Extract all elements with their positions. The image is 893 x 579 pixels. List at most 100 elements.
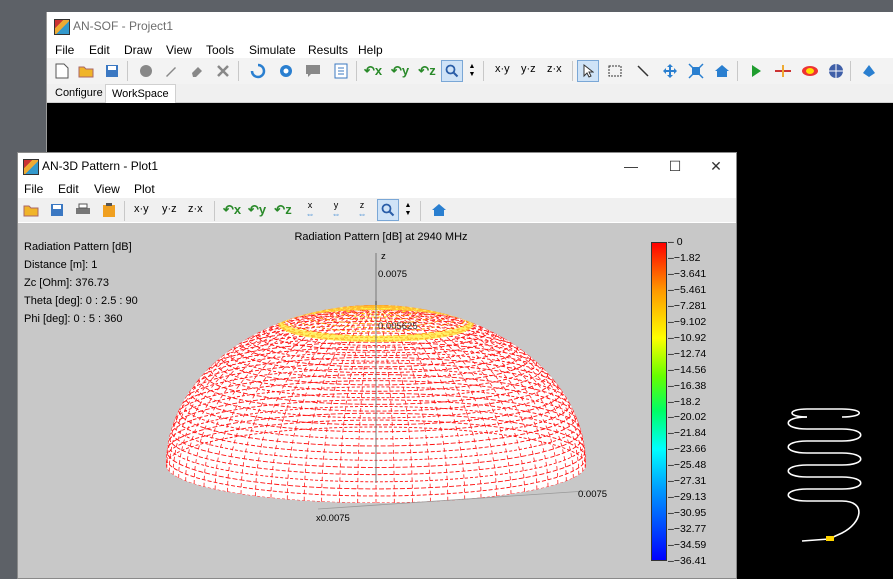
colorbar-tick-label: –−25.48 (668, 459, 707, 472)
plot-window-title: AN-3D Pattern - Plot1 (42, 159, 159, 173)
main-toolbar: ↶x ↶y ↶z ▲ ▼ x·y y·z z·x (47, 58, 893, 84)
close-button[interactable]: ✕ (699, 156, 733, 176)
export-icon[interactable] (858, 60, 880, 82)
print-icon[interactable] (72, 199, 94, 221)
radiation-pattern-3d (166, 253, 587, 510)
line-icon[interactable] (632, 60, 654, 82)
menu-view[interactable]: View (166, 43, 192, 57)
z-axis-tick: 0.0075 (378, 269, 408, 280)
pattern-3d-icon[interactable] (799, 60, 821, 82)
zoom-spinner[interactable]: ▲ ▼ (466, 60, 478, 82)
menu-edit[interactable]: Edit (89, 43, 110, 57)
rotate-x-icon[interactable]: ↶x (362, 60, 384, 82)
pan-x-icon[interactable]: x ⇔ (299, 199, 321, 221)
colorbar-tick-label: –−20.02 (668, 411, 707, 424)
zoom-spinner[interactable]: ▲ ▼ (402, 199, 414, 221)
run-icon[interactable] (745, 60, 767, 82)
colorbar-tick-label: –−1.82 (668, 251, 701, 264)
plot-toolbar: x·y y·z z·x ↶x ↶y ↶z x ⇔ y ⇔ z ⇔ ▲ ▼ (18, 198, 736, 222)
plot-menu-bar: File Edit View Plot (18, 179, 736, 197)
tab-workspace[interactable]: WorkSpace (105, 84, 176, 103)
colorbar-tick-label: –−9.102 (668, 315, 707, 328)
new-file-icon[interactable] (51, 60, 73, 82)
colorbar-tick-label: –−3.641 (668, 267, 707, 280)
main-window-title: AN-SOF - Project1 (73, 19, 174, 33)
save-icon[interactable] (46, 199, 68, 221)
view-zx-button[interactable]: z·x (547, 63, 562, 75)
pan-y-icon[interactable]: y ⇔ (325, 199, 347, 221)
colorbar-tick-label: –−5.461 (668, 283, 707, 296)
colorbar-tick-label: –−10.92 (668, 331, 707, 344)
view-zx-button[interactable]: z·x (188, 203, 203, 215)
rotate-x-icon[interactable]: ↶x (221, 199, 243, 221)
menu-tools[interactable]: Tools (206, 43, 234, 57)
fit-icon[interactable] (685, 60, 707, 82)
colorbar-tick-label: –−21.84 (668, 427, 707, 440)
x-axis-tick: x0.0075 (316, 513, 350, 524)
save-icon[interactable] (101, 60, 123, 82)
clipboard-icon[interactable] (98, 199, 120, 221)
main-menu-bar: File Edit Draw View Tools Simulate Resul… (47, 40, 893, 60)
view-yz-button[interactable]: y·z (162, 203, 177, 215)
home-icon[interactable] (711, 60, 733, 82)
plot-title-bar[interactable]: AN-3D Pattern - Plot1 — ☐ ✕ (18, 153, 736, 179)
move-icon[interactable] (659, 60, 681, 82)
menu-file[interactable]: File (55, 43, 74, 57)
document-icon[interactable] (330, 60, 352, 82)
zoom-icon[interactable] (377, 199, 399, 221)
zoom-icon[interactable] (441, 60, 463, 82)
rotate-z-icon[interactable]: ↶z (416, 60, 438, 82)
main-tabs: Configure WorkSpace (47, 84, 893, 103)
colorbar-tick-label: –−12.74 (668, 347, 707, 360)
view-yz-button[interactable]: y·z (521, 63, 536, 75)
view-xy-button[interactable]: x·y (495, 63, 510, 75)
tab-configure[interactable]: Configure (49, 84, 109, 102)
view-xy-button[interactable]: x·y (134, 203, 149, 215)
plot-menu-edit[interactable]: Edit (58, 182, 79, 196)
select-arrow-icon[interactable] (577, 60, 599, 82)
menu-help[interactable]: Help (358, 43, 383, 57)
minimize-button[interactable]: — (614, 156, 648, 176)
draw-point-icon[interactable] (135, 60, 157, 82)
delete-icon[interactable] (212, 60, 234, 82)
app-icon (54, 19, 70, 35)
pencil-icon[interactable] (160, 60, 182, 82)
plot-menu-plot[interactable]: Plot (134, 182, 155, 196)
rotate-z-icon[interactable]: ↶z (272, 199, 294, 221)
gear-icon[interactable] (275, 60, 297, 82)
menu-draw[interactable]: Draw (124, 43, 152, 57)
current-distribution-icon[interactable] (772, 60, 794, 82)
plot-menu-file[interactable]: File (24, 182, 43, 196)
colorbar-tick-label: – 0 (668, 236, 683, 248)
home-icon[interactable] (428, 199, 450, 221)
rectangle-select-icon[interactable] (604, 60, 626, 82)
z-axis-label: z (381, 251, 386, 262)
comment-icon[interactable] (302, 60, 324, 82)
open-folder-icon[interactable] (75, 60, 97, 82)
plot-area[interactable]: Radiation Pattern [dB] Distance [m]: 1 Z… (18, 223, 736, 578)
globe-icon[interactable] (825, 60, 847, 82)
open-folder-icon[interactable] (20, 199, 42, 221)
colorbar-tick-label: –−16.38 (668, 379, 707, 392)
colorbar-tick-label: –−32.77 (668, 523, 707, 536)
y-axis-tick: 0.0075 (578, 489, 608, 500)
menu-results[interactable]: Results (308, 43, 348, 57)
pan-z-icon[interactable]: z ⇔ (351, 199, 373, 221)
maximize-button[interactable]: ☐ (658, 156, 692, 176)
rotate-icon[interactable] (247, 60, 269, 82)
eraser-icon[interactable] (186, 60, 208, 82)
colorbar-tick-label: –−36.41 (668, 555, 707, 567)
main-title-bar[interactable]: AN-SOF - Project1 (47, 12, 893, 40)
rotate-y-icon[interactable]: ↶y (246, 199, 268, 221)
rotate-y-icon[interactable]: ↶y (389, 60, 411, 82)
app-icon (23, 159, 39, 175)
colorbar-tick-label: –−23.66 (668, 443, 707, 456)
plot-window: AN-3D Pattern - Plot1 — ☐ ✕ File Edit Vi… (17, 152, 737, 579)
z-axis-tick-mid: 0.005625 (378, 321, 418, 332)
plot-menu-view[interactable]: View (94, 182, 120, 196)
menu-simulate[interactable]: Simulate (249, 43, 296, 57)
colorbar-tick-label: –−18.2 (668, 395, 701, 408)
colorbar-tick-label: –−27.31 (668, 475, 707, 488)
colorbar-tick-label: –−34.59 (668, 539, 707, 552)
colorbar (651, 242, 667, 561)
